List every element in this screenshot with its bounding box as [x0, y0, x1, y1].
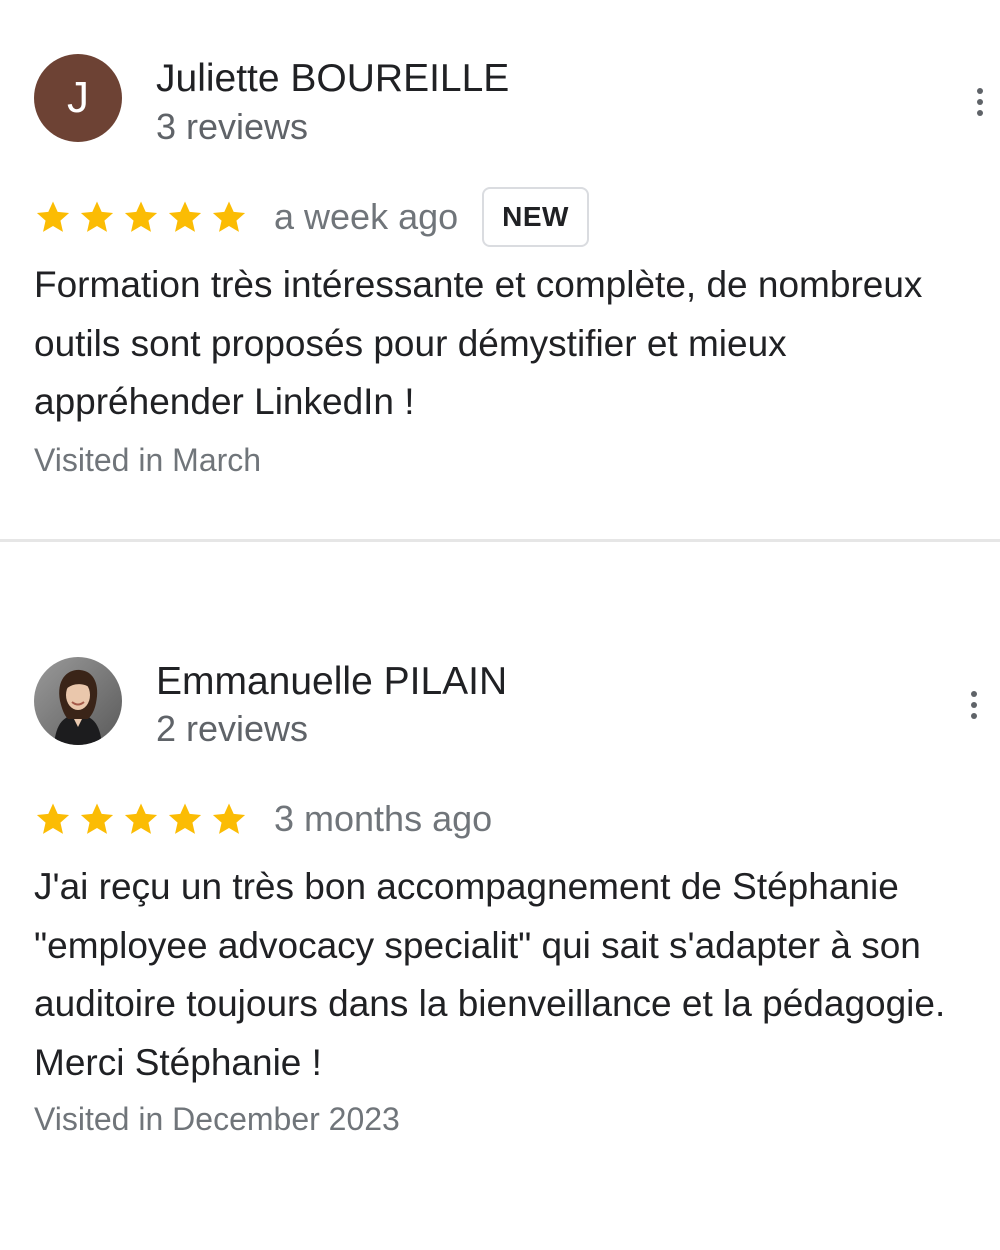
- avatar[interactable]: [34, 657, 122, 745]
- visited-date: Visited in December 2023: [34, 1101, 400, 1137]
- reviewer-name[interactable]: Juliette BOUREILLE: [156, 57, 509, 101]
- star-icon: [122, 800, 160, 838]
- star-rating: [34, 198, 248, 236]
- new-badge: NEW: [482, 187, 589, 247]
- reviewer-name[interactable]: Emmanuelle PILAIN: [156, 660, 507, 704]
- star-icon: [78, 800, 116, 838]
- more-options-icon[interactable]: [970, 82, 990, 122]
- star-icon: [210, 198, 248, 236]
- star-rating: [34, 800, 248, 838]
- star-icon: [166, 198, 204, 236]
- review-count[interactable]: 3 reviews: [156, 106, 308, 148]
- visited-date: Visited in March: [34, 442, 262, 478]
- review-text: Formation très intéressante et complète,…: [34, 264, 923, 422]
- star-icon: [210, 800, 248, 838]
- review-date: a week ago: [274, 196, 459, 237]
- review-date: 3 months ago: [274, 798, 493, 839]
- star-icon: [34, 198, 72, 236]
- review-count[interactable]: 2 reviews: [156, 708, 308, 750]
- star-icon: [166, 800, 204, 838]
- review-card: Emmanuelle PILAIN 2 reviews 3 months ago…: [0, 543, 1000, 1250]
- avatar[interactable]: J: [34, 54, 122, 142]
- profile-photo-icon: [34, 657, 122, 745]
- divider: [0, 539, 1000, 542]
- star-icon: [34, 800, 72, 838]
- star-icon: [122, 198, 160, 236]
- rating-row: 3 months ago: [34, 790, 492, 848]
- rating-row: a week ago NEW: [34, 187, 589, 247]
- star-icon: [78, 198, 116, 236]
- review-card: J Juliette BOUREILLE 3 reviews a week ag…: [0, 0, 1000, 540]
- more-options-icon[interactable]: [964, 685, 984, 725]
- review-text: J'ai reçu un très bon accompagnement de …: [34, 866, 946, 1083]
